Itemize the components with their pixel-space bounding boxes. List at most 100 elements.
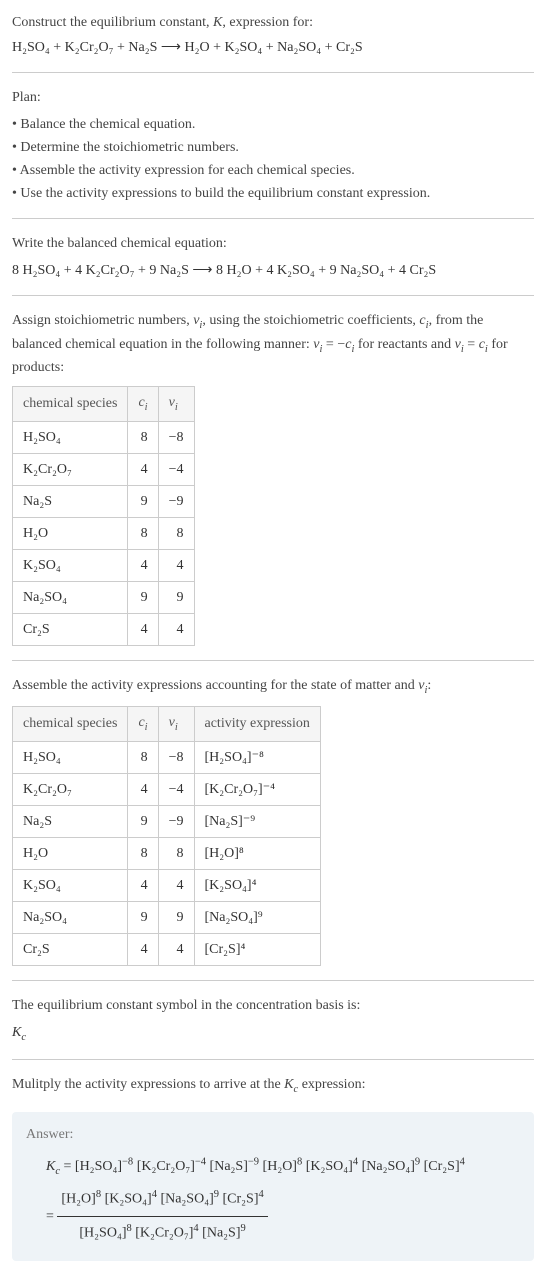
col-v: νi (158, 707, 194, 742)
plan-item: Balance the chemical equation. (12, 114, 534, 135)
table-row: Cr₂S44 (13, 613, 195, 645)
cell-v: 8 (158, 837, 194, 869)
activity-title: Assemble the activity expressions accoun… (12, 675, 534, 699)
cell-expr: [Na₂S]⁻⁹ (194, 805, 320, 837)
stoich-title: Assign stoichiometric numbers, νi, using… (12, 310, 534, 378)
col-c: ci (128, 707, 158, 742)
table-row: Na₂S9−9 (13, 485, 195, 517)
answer-box: Answer: Kc = [H₂SO₄]−8 [K₂Cr₂O₇]−4 [Na₂S… (12, 1112, 534, 1261)
fraction: [H₂O]8 [K₂SO₄]4 [Na₂SO₄]9 [Cr₂S]4 [H₂SO₄… (57, 1183, 267, 1249)
cell-v: 4 (158, 869, 194, 901)
cell-v: −8 (158, 741, 194, 773)
cell-species: Na₂S (13, 485, 128, 517)
plan-item: Assemble the activity expression for eac… (12, 160, 534, 181)
cell-v: −4 (158, 453, 194, 485)
cell-c: 9 (128, 805, 158, 837)
activity-section: Assemble the activity expressions accoun… (12, 675, 534, 966)
stoich-tbody: H₂SO₄8−8K₂Cr₂O₇4−4Na₂S9−9H₂O88K₂SO₄44Na₂… (13, 421, 195, 645)
plan-item: Use the activity expressions to build th… (12, 183, 534, 204)
cell-v: 4 (158, 613, 194, 645)
table-row: Cr₂S44[Cr₂S]⁴ (13, 933, 321, 965)
plan-section: Plan: Balance the chemical equation. Det… (12, 87, 534, 204)
col-c: ci (128, 387, 158, 422)
cell-species: Na₂SO₄ (13, 581, 128, 613)
col-species: chemical species (13, 707, 128, 742)
col-expr: activity expression (194, 707, 320, 742)
cell-species: Cr₂S (13, 933, 128, 965)
cell-species: K₂SO₄ (13, 549, 128, 581)
cell-c: 8 (128, 517, 158, 549)
multiply-title: Mulitply the activity expressions to arr… (12, 1074, 534, 1098)
cell-v: 8 (158, 517, 194, 549)
answer-line1: Kc = [H₂SO₄]−8 [K₂Cr₂O₇]−4 [Na₂S]−9 [H₂O… (46, 1159, 465, 1174)
cell-v: 9 (158, 901, 194, 933)
table-row: Na₂SO₄99[Na₂SO₄]⁹ (13, 901, 321, 933)
cell-expr: [K₂SO₄]⁴ (194, 869, 320, 901)
fraction-denominator: [H₂SO₄]8 [K₂Cr₂O₇]4 [Na₂S]9 (57, 1217, 267, 1249)
cell-species: H₂O (13, 837, 128, 869)
answer-label: Answer: (26, 1124, 520, 1145)
cell-v: 4 (158, 549, 194, 581)
divider (12, 72, 534, 73)
cell-species: H₂SO₄ (13, 421, 128, 453)
activity-tbody: H₂SO₄8−8[H₂SO₄]⁻⁸K₂Cr₂O₇4−4[K₂Cr₂O₇]⁻⁴Na… (13, 741, 321, 965)
table-header-row: chemical species ci νi (13, 387, 195, 422)
cell-c: 4 (128, 869, 158, 901)
cell-v: −9 (158, 485, 194, 517)
col-species: chemical species (13, 387, 128, 422)
prompt-equation: H₂SO₄ + K₂Cr₂O₇ + Na₂S ⟶ H₂O + K₂SO₄ + N… (12, 37, 534, 58)
cell-species: Cr₂S (13, 613, 128, 645)
answer-equation: Kc = [H₂SO₄]−8 [K₂Cr₂O₇]−4 [Na₂S]−9 [H₂O… (46, 1151, 520, 1249)
table-row: K₂SO₄44[K₂SO₄]⁴ (13, 869, 321, 901)
activity-table: chemical species ci νi activity expressi… (12, 706, 321, 966)
cell-c: 9 (128, 581, 158, 613)
divider (12, 218, 534, 219)
cell-v: −9 (158, 805, 194, 837)
cell-species: Na₂SO₄ (13, 901, 128, 933)
multiply-section: Mulitply the activity expressions to arr… (12, 1074, 534, 1098)
stoich-table: chemical species ci νi H₂SO₄8−8K₂Cr₂O₇4−… (12, 386, 195, 646)
plan-item: Determine the stoichiometric numbers. (12, 137, 534, 158)
table-row: K₂Cr₂O₇4−4[K₂Cr₂O₇]⁻⁴ (13, 773, 321, 805)
stoich-section: Assign stoichiometric numbers, νi, using… (12, 310, 534, 646)
table-row: H₂O88[H₂O]⁸ (13, 837, 321, 869)
cell-c: 4 (128, 933, 158, 965)
symbol-title: The equilibrium constant symbol in the c… (12, 995, 534, 1016)
cell-c: 4 (128, 453, 158, 485)
symbol-section: The equilibrium constant symbol in the c… (12, 995, 534, 1046)
cell-c: 8 (128, 837, 158, 869)
cell-c: 8 (128, 741, 158, 773)
fraction-numerator: [H₂O]8 [K₂SO₄]4 [Na₂SO₄]9 [Cr₂S]4 (57, 1183, 267, 1216)
cell-v: 4 (158, 933, 194, 965)
plan-list: Balance the chemical equation. Determine… (12, 114, 534, 204)
cell-v: 9 (158, 581, 194, 613)
cell-expr: [H₂O]⁸ (194, 837, 320, 869)
table-row: K₂SO₄44 (13, 549, 195, 581)
cell-expr: [Cr₂S]⁴ (194, 933, 320, 965)
prompt-section: Construct the equilibrium constant, K, e… (12, 12, 534, 58)
cell-species: Na₂S (13, 805, 128, 837)
cell-c: 9 (128, 485, 158, 517)
table-row: Na₂SO₄99 (13, 581, 195, 613)
cell-species: K₂Cr₂O₇ (13, 453, 128, 485)
cell-expr: [K₂Cr₂O₇]⁻⁴ (194, 773, 320, 805)
symbol-value: Kc (12, 1022, 534, 1046)
balanced-equation: 8 H₂SO₄ + 4 K₂Cr₂O₇ + 9 Na₂S ⟶ 8 H₂O + 4… (12, 260, 534, 281)
balanced-title: Write the balanced chemical equation: (12, 233, 534, 254)
balanced-section: Write the balanced chemical equation: 8 … (12, 233, 534, 281)
table-row: Na₂S9−9[Na₂S]⁻⁹ (13, 805, 321, 837)
table-header-row: chemical species ci νi activity expressi… (13, 707, 321, 742)
cell-species: K₂SO₄ (13, 869, 128, 901)
divider (12, 295, 534, 296)
answer-line2: = [H₂O]8 [K₂SO₄]4 [Na₂SO₄]9 [Cr₂S]4 [H₂S… (46, 1209, 268, 1224)
cell-c: 4 (128, 549, 158, 581)
cell-expr: [Na₂SO₄]⁹ (194, 901, 320, 933)
cell-v: −4 (158, 773, 194, 805)
table-row: K₂Cr₂O₇4−4 (13, 453, 195, 485)
cell-species: H₂O (13, 517, 128, 549)
cell-species: H₂SO₄ (13, 741, 128, 773)
divider (12, 980, 534, 981)
table-row: H₂O88 (13, 517, 195, 549)
table-row: H₂SO₄8−8 (13, 421, 195, 453)
cell-species: K₂Cr₂O₇ (13, 773, 128, 805)
